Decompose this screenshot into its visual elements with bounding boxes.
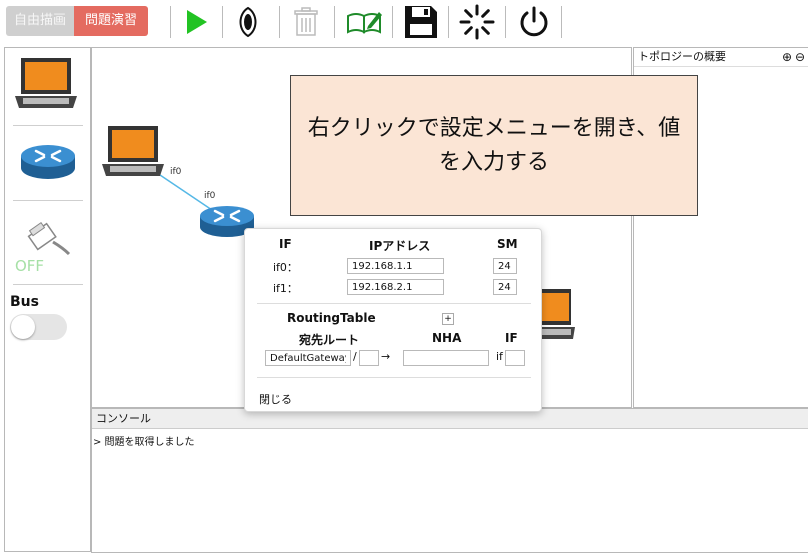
toolbar-divider <box>170 6 171 38</box>
device-palette: OFF Bus <box>4 47 91 552</box>
power-icon[interactable] <box>516 4 552 40</box>
problem-practice-button[interactable]: 問題演習 <box>74 6 148 36</box>
zoom-in-icon[interactable]: ⊕ <box>782 48 792 66</box>
play-icon[interactable] <box>180 6 212 38</box>
mode-toggle: 自由描画 問題演習 <box>6 6 148 36</box>
if1-ip-field[interactable] <box>347 279 444 295</box>
eye-icon[interactable] <box>232 6 264 38</box>
bus-label: Bus <box>10 294 39 310</box>
bus-toggle[interactable] <box>10 314 67 340</box>
console-title: コンソール <box>96 412 151 425</box>
switch-state-label: OFF <box>15 257 45 275</box>
free-draw-button[interactable]: 自由描画 <box>6 6 74 36</box>
toolbar-divider <box>505 6 506 38</box>
route-dest-field[interactable] <box>265 350 351 366</box>
popup-divider <box>257 303 531 304</box>
laptop-icon <box>102 126 164 176</box>
console-header: コンソール <box>92 409 808 429</box>
zoom-out-icon[interactable]: ⊖ <box>795 48 805 66</box>
palette-divider <box>13 284 83 285</box>
if1-sm-field[interactable] <box>493 279 517 295</box>
close-button[interactable]: 閉じる <box>259 391 292 407</box>
router-settings-popup: IF IPアドレス SM if0： if1： RoutingTable + 宛先… <box>244 228 542 412</box>
toolbar-divider <box>334 6 335 38</box>
add-route-button[interactable]: + <box>442 313 454 325</box>
route-arrow: → <box>381 350 391 363</box>
header-ip: IPアドレス <box>369 239 431 253</box>
popup-divider <box>257 377 531 378</box>
if0-label: if0： <box>273 261 298 274</box>
if0-sm-field[interactable] <box>493 258 517 274</box>
route-dest-header: 宛先ルート <box>299 333 360 347</box>
topology-title: トポロジーの概要 <box>638 50 726 63</box>
toolbar-divider <box>448 6 449 38</box>
pc-if-label: if0 <box>170 167 182 177</box>
toolbar-divider <box>279 6 280 38</box>
cable-icon <box>27 222 71 256</box>
if1-label: if1： <box>273 282 298 295</box>
laptop-icon <box>15 58 77 108</box>
laptop-node-2[interactable] <box>537 287 577 344</box>
header-sm: SM <box>497 237 518 251</box>
topology-header: トポロジーの概要 ⊕ ⊖ <box>634 48 808 67</box>
route-nha-header: NHA <box>432 331 462 345</box>
route-if-prefix: if <box>496 350 503 363</box>
loading-icon[interactable] <box>458 4 496 40</box>
laptop-icon <box>537 289 575 339</box>
trash-icon[interactable] <box>290 6 322 38</box>
instruction-callout: 右クリックで設定メニューを開き、値を入力する <box>290 75 698 216</box>
toolbar-divider <box>561 6 562 38</box>
route-if-field[interactable] <box>505 350 525 366</box>
laptop-tool[interactable] <box>13 56 79 115</box>
palette-divider <box>13 200 83 201</box>
bus-toggle-knob <box>11 315 35 339</box>
toolbar: 自由描画 問題演習 <box>0 0 808 46</box>
save-icon[interactable] <box>402 4 440 40</box>
book-edit-icon[interactable] <box>345 6 385 38</box>
routing-table-title: RoutingTable <box>287 311 376 325</box>
palette-divider <box>13 125 83 126</box>
router-tool[interactable] <box>19 138 77 185</box>
switch-tool[interactable] <box>25 218 75 261</box>
console-line: > 問題を取得しました <box>93 437 195 448</box>
route-nha-field[interactable] <box>403 350 489 366</box>
router-icon <box>21 145 75 179</box>
callout-text: 右クリックで設定メニューを開き、値を入力する <box>307 115 681 175</box>
laptop-node[interactable] <box>100 124 166 183</box>
toolbar-divider <box>392 6 393 38</box>
route-if-header: IF <box>505 331 518 345</box>
header-if: IF <box>279 237 292 251</box>
if0-ip-field[interactable] <box>347 258 444 274</box>
console-panel: コンソール > 問題を取得しました <box>91 408 808 553</box>
toolbar-divider <box>222 6 223 38</box>
route-slash: / <box>353 350 357 363</box>
route-prefix-field[interactable] <box>359 350 379 366</box>
